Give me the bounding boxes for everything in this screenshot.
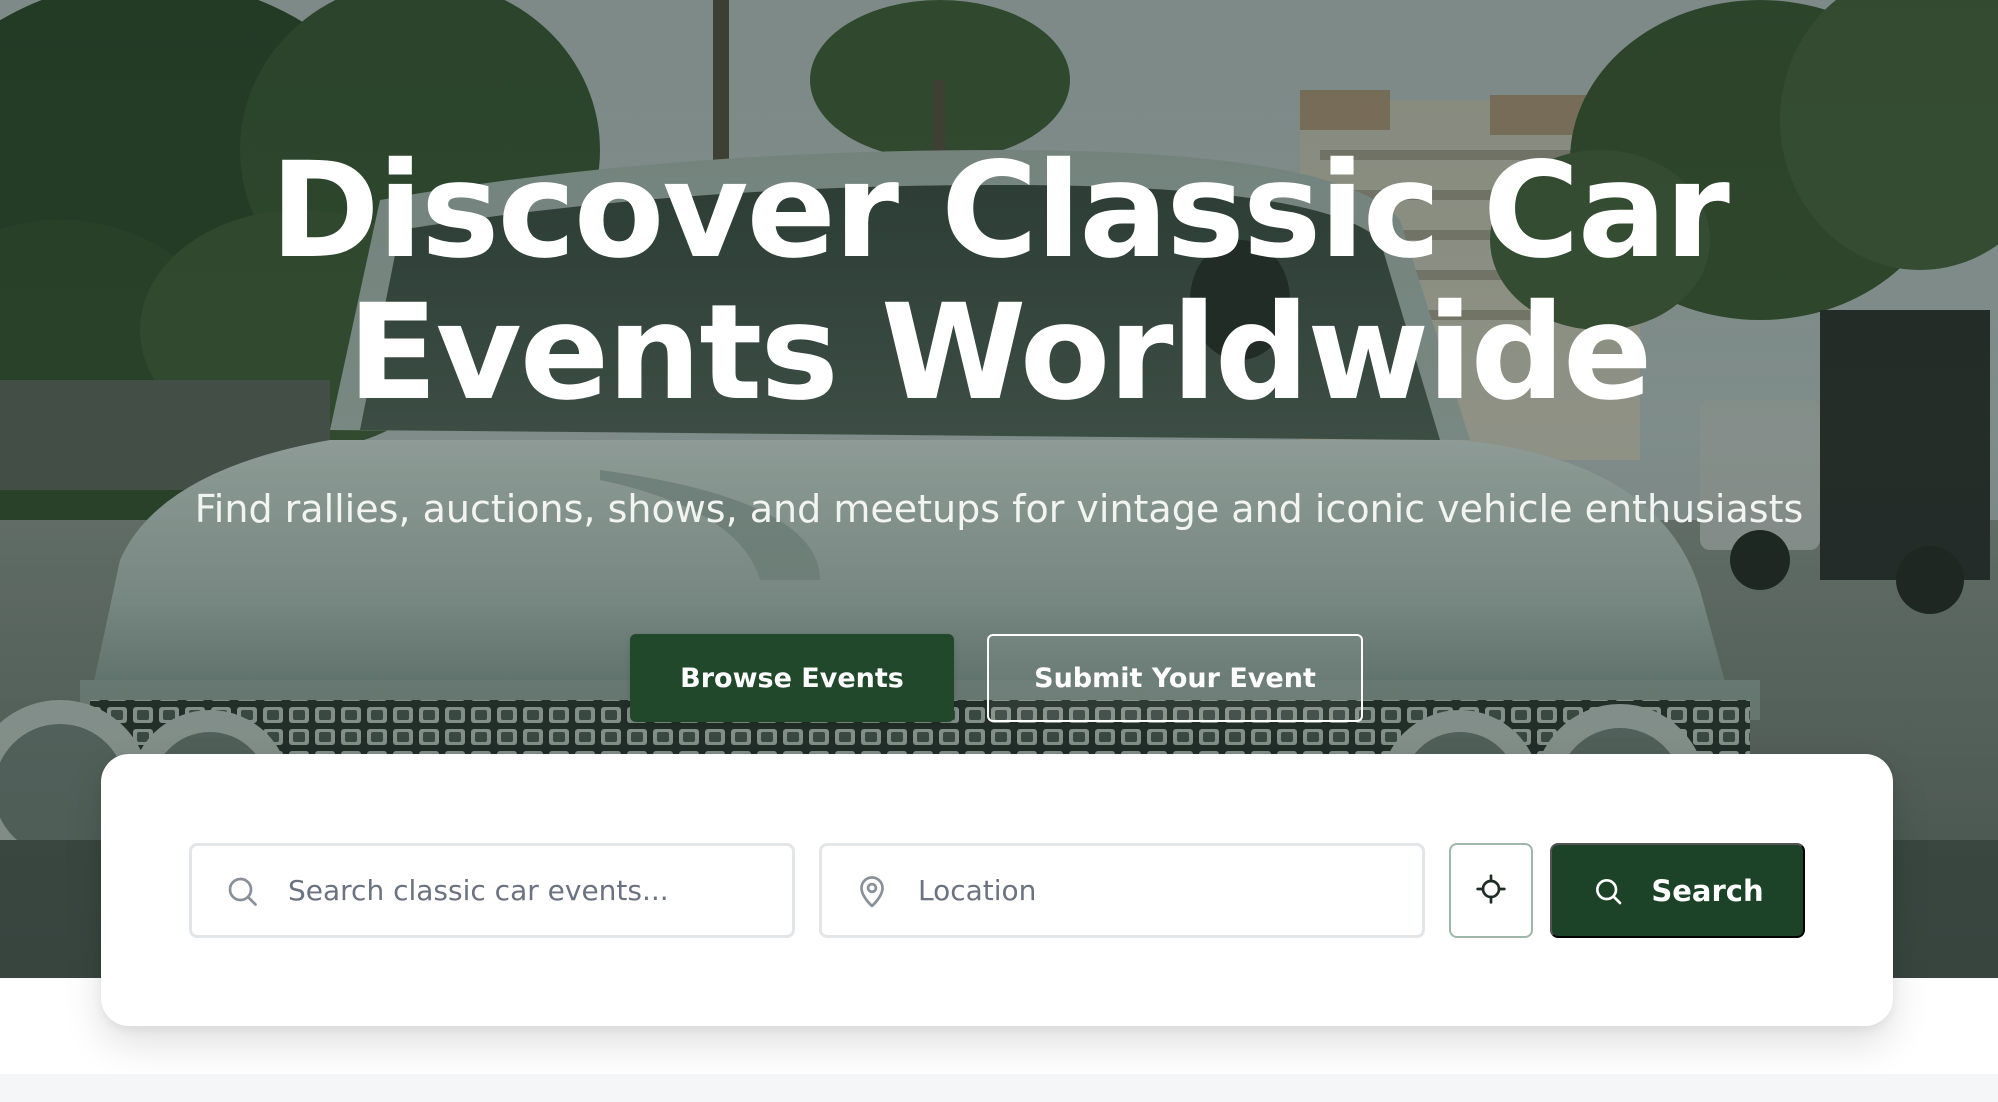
use-my-location-button[interactable] — [1449, 843, 1533, 938]
submit-event-button[interactable]: Submit Your Event — [987, 634, 1363, 722]
hero-title-line-2: Events Worldwide — [347, 276, 1653, 430]
search-icon — [1591, 874, 1625, 908]
location-input[interactable] — [918, 874, 1398, 907]
map-pin-icon — [852, 871, 892, 911]
search-field[interactable] — [189, 843, 795, 938]
search-button-label: Search — [1651, 873, 1764, 908]
crosshair-icon — [1475, 873, 1507, 908]
search-icon — [222, 871, 262, 911]
next-section-edge — [0, 1074, 1998, 1102]
page: Discover Classic Car Events Worldwide Fi… — [0, 0, 1998, 1102]
hero-subtitle: Find rallies, auctions, shows, and meetu… — [194, 487, 1804, 531]
search-button[interactable]: Search — [1550, 843, 1805, 938]
search-card: Search — [101, 754, 1893, 1026]
submit-event-label: Submit Your Event — [1034, 662, 1316, 694]
hero-title: Discover Classic Car Events Worldwide — [0, 140, 1998, 424]
browse-events-label: Browse Events — [680, 662, 904, 694]
search-input[interactable] — [288, 874, 768, 907]
hero-title-line-1: Discover Classic Car — [270, 134, 1730, 288]
browse-events-button[interactable]: Browse Events — [630, 634, 954, 722]
location-field[interactable] — [819, 843, 1425, 938]
